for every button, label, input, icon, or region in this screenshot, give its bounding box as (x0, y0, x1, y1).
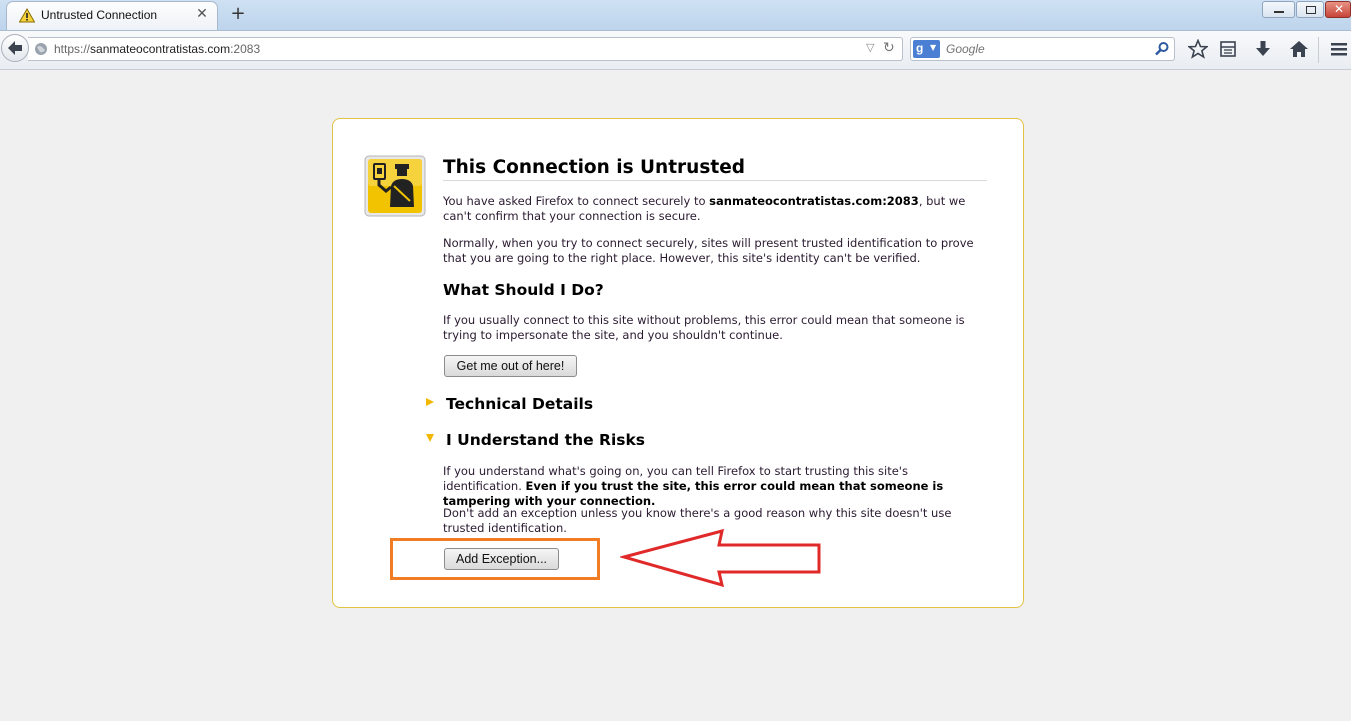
intro-before: You have asked Firefox to connect secure… (443, 194, 710, 208)
google-icon: g (916, 41, 924, 55)
chevron-down-icon: ▼ (930, 43, 937, 52)
search-input[interactable] (946, 42, 1126, 56)
tab-title: Untrusted Connection (41, 8, 158, 22)
navigation-toolbar: https://sanmateocontratistas.com:2083 ▽ … (0, 31, 1351, 70)
back-arrow-icon (8, 41, 22, 55)
history-dropdown-icon[interactable]: ▽ (866, 41, 874, 54)
close-window-button[interactable]: ✕ (1325, 1, 1351, 18)
downloads-icon[interactable] (1253, 39, 1273, 59)
security-officer-icon (364, 155, 426, 217)
warning-icon (19, 8, 35, 23)
search-engine-button[interactable]: g ▼ (913, 40, 940, 58)
url-host: sanmateocontratistas.com (90, 42, 231, 56)
hamburger-menu-icon[interactable] (1329, 39, 1349, 59)
bookmark-star-icon[interactable] (1188, 39, 1208, 59)
url-port: :2083 (230, 42, 261, 56)
normally-text: Normally, when you try to connect secure… (443, 236, 974, 265)
search-icon[interactable] (1154, 41, 1170, 57)
restore-button[interactable] (1296, 1, 1324, 18)
title-divider (443, 180, 987, 181)
url-text[interactable]: https://sanmateocontratistas.com:2083 (54, 42, 260, 56)
globe-icon[interactable] (34, 42, 48, 56)
toolbar-separator (1318, 37, 1319, 63)
minimize-button[interactable] (1262, 1, 1295, 18)
get-me-out-button[interactable]: Get me out of here! (444, 355, 577, 377)
back-button[interactable] (1, 34, 29, 62)
reload-icon[interactable]: ↻ (883, 40, 895, 56)
intro-text: You have asked Firefox to connect secure… (443, 194, 988, 224)
new-tab-button[interactable]: + (229, 4, 247, 24)
risks-text: If you understand what's going on, you c… (443, 464, 988, 509)
what-should-i-do-heading: What Should I Do? (443, 281, 604, 299)
understand-risks-heading[interactable]: I Understand the Risks (446, 431, 645, 449)
collapse-arrow-icon[interactable] (425, 433, 435, 443)
tab-untrusted-connection[interactable]: Untrusted Connection ✕ (6, 1, 218, 30)
search-bar[interactable]: g ▼ (910, 37, 1175, 61)
url-scheme: https:// (54, 42, 91, 56)
url-bar[interactable]: https://sanmateocontratistas.com:2083 ▽ … (28, 37, 903, 61)
close-tab-icon[interactable]: ✕ (195, 7, 209, 21)
home-icon[interactable] (1289, 39, 1309, 59)
technical-details-heading[interactable]: Technical Details (446, 395, 593, 413)
bookmarks-menu-icon[interactable] (1218, 39, 1238, 59)
intro-site: sanmateocontratistas.com:2083 (709, 194, 919, 208)
page-title: This Connection is Untrusted (443, 157, 745, 178)
highlight-box (390, 538, 600, 580)
tab-strip: Untrusted Connection ✕ + ✕ (0, 0, 1351, 31)
what-should-i-do-text: If you usually connect to this site with… (443, 313, 965, 342)
expand-arrow-icon[interactable] (425, 397, 435, 407)
red-arrow-annotation (620, 528, 821, 588)
